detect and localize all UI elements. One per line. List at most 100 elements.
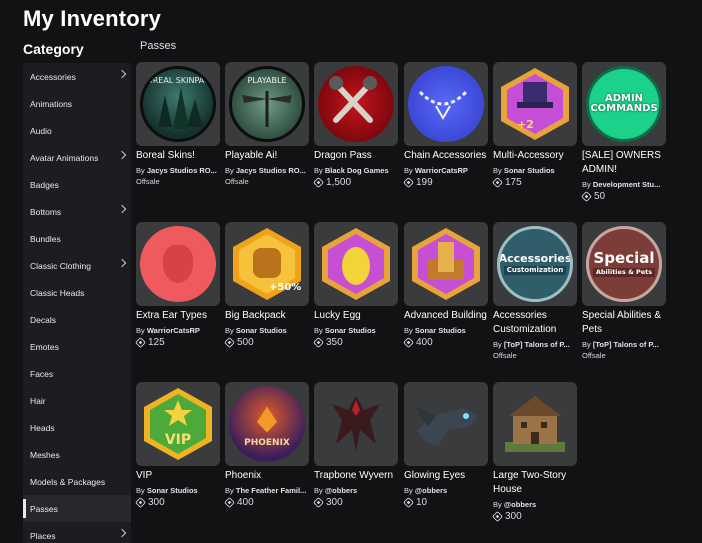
item-price: 300 <box>135 497 222 508</box>
item-creator[interactable]: By Sonar Studios <box>225 326 311 335</box>
item-name[interactable]: Chain Accessories <box>404 149 490 163</box>
sidebar-item-label: Audio <box>30 125 52 136</box>
sidebar-item-animations[interactable]: Animations <box>23 90 131 117</box>
item-creator[interactable]: By Development Stu... <box>582 180 668 189</box>
item-creator[interactable]: By [ToP] Talons of P... <box>493 340 579 349</box>
item-creator[interactable]: By @obbers <box>404 486 490 495</box>
item-creator[interactable]: By Jacys Studios RO... <box>225 166 311 175</box>
item-card[interactable]: +50% Big Backpack By Sonar Studios 500 <box>224 222 311 348</box>
item-card[interactable]: Special Abilities & Pets Special Abiliti… <box>582 222 668 360</box>
item-thumbnail[interactable] <box>136 222 220 306</box>
sidebar-item-faces[interactable]: Faces <box>23 360 131 387</box>
item-card[interactable]: Lucky Egg By Sonar Studios 350 <box>313 222 400 348</box>
item-name[interactable]: Multi-Accessory <box>493 149 579 163</box>
sidebar-item-decals[interactable]: Decals <box>23 306 131 333</box>
item-thumbnail[interactable]: +50% <box>225 222 309 306</box>
item-creator[interactable]: By @obbers <box>314 486 400 495</box>
item-card[interactable]: PHOENIX Phoenix By The Feather Famil... … <box>224 382 311 508</box>
sidebar-item-audio[interactable]: Audio <box>23 117 131 144</box>
sidebar-item-badges[interactable]: Badges <box>23 171 131 198</box>
sidebar-item-bundles[interactable]: Bundles <box>23 225 131 252</box>
chain-image <box>408 66 484 142</box>
item-creator[interactable]: By Sonar Studios <box>314 326 400 335</box>
sidebar-item-meshes[interactable]: Meshes <box>23 441 131 468</box>
item-name[interactable]: [SALE] OWNERS ADMIN! <box>582 149 668 177</box>
item-card[interactable]: Dragon Pass By Black Dog Games 1,500 <box>313 62 400 188</box>
item-thumbnail[interactable]: PHOENIX <box>225 382 309 466</box>
item-creator[interactable]: By Black Dog Games <box>314 166 400 175</box>
sidebar-item-classic-heads[interactable]: Classic Heads <box>23 279 131 306</box>
item-creator[interactable]: By @obbers <box>493 500 579 509</box>
item-name[interactable]: Extra Ear Types <box>136 309 222 323</box>
item-name[interactable]: Playable Ai! <box>225 149 311 163</box>
item-thumbnail[interactable] <box>493 382 577 466</box>
item-price: 1,500 <box>313 177 400 188</box>
item-card[interactable]: Chain Accessories By WarriorCatsRP 199 <box>403 62 490 188</box>
item-name[interactable]: Special Abilities & Pets <box>582 309 668 337</box>
item-card[interactable]: Extra Ear Types By WarriorCatsRP 125 <box>135 222 222 348</box>
item-creator[interactable]: By Sonar Studios <box>404 326 490 335</box>
item-card[interactable]: Trapbone Wyvern By @obbers 300 <box>313 382 400 508</box>
item-thumbnail[interactable]: BOREAL SKINPACK <box>136 62 220 146</box>
item-thumbnail[interactable] <box>404 222 488 306</box>
item-thumbnail[interactable] <box>404 62 488 146</box>
sidebar-item-hair[interactable]: Hair <box>23 387 131 414</box>
item-card[interactable]: BOREAL SKINPACK Boreal Skins! By Jacys S… <box>136 62 222 186</box>
item-creator[interactable]: By Sonar Studios <box>493 166 579 175</box>
backpack-art-text: +50% <box>269 282 301 293</box>
sidebar-item-label: Passes <box>30 503 58 514</box>
item-card[interactable]: Accessories Customization Accessories Cu… <box>493 222 579 360</box>
item-creator[interactable]: By The Feather Famil... <box>225 486 311 495</box>
item-thumbnail[interactable]: ADMIN COMMANDS <box>582 62 666 146</box>
item-thumbnail[interactable]: VIP <box>136 382 220 466</box>
sidebar-item-models-packages[interactable]: Models & Packages <box>23 468 131 495</box>
item-thumbnail[interactable] <box>314 382 398 466</box>
sidebar-item-places[interactable]: Places <box>23 522 131 543</box>
item-card[interactable]: Glowing Eyes By @obbers 10 <box>403 382 490 508</box>
item-card[interactable]: +2 Multi-Accessory By Sonar Studios 175 <box>492 62 579 188</box>
item-card[interactable]: Advanced Building By Sonar Studios 400 <box>403 222 490 348</box>
item-thumbnail[interactable] <box>314 62 398 146</box>
item-thumbnail[interactable] <box>314 222 398 306</box>
item-thumbnail[interactable]: Accessories Customization <box>493 222 577 306</box>
item-name[interactable]: Large Two-Story House <box>493 469 579 497</box>
item-name[interactable]: Trapbone Wyvern <box>314 469 400 483</box>
item-card[interactable]: VIP VIP By Sonar Studios 300 <box>135 382 222 508</box>
item-name[interactable]: Accessories Customization <box>493 309 579 337</box>
item-thumbnail[interactable]: +2 <box>493 62 577 146</box>
item-name[interactable]: Lucky Egg <box>314 309 400 323</box>
item-creator[interactable]: By WarriorCatsRP <box>136 326 222 335</box>
phoenix-image: PHOENIX <box>229 386 305 462</box>
item-card[interactable]: ADMIN COMMANDS [SALE] OWNERS ADMIN! By D… <box>581 62 668 202</box>
item-name[interactable]: Phoenix <box>225 469 311 483</box>
item-creator[interactable]: By WarriorCatsRP <box>404 166 490 175</box>
glowing-eyes-image <box>414 406 478 446</box>
item-creator[interactable]: By Jacys Studios RO... <box>136 166 222 175</box>
item-name[interactable]: Glowing Eyes <box>404 469 490 483</box>
item-name[interactable]: Boreal Skins! <box>136 149 222 163</box>
sidebar-item-heads[interactable]: Heads <box>23 414 131 441</box>
sidebar-item-bottoms[interactable]: Bottoms <box>23 198 131 225</box>
sidebar-item-label: Meshes <box>30 449 60 460</box>
boreal-skins-image: BOREAL SKINPACK <box>140 66 216 142</box>
item-thumbnail[interactable] <box>404 382 488 466</box>
item-name[interactable]: Dragon Pass <box>314 149 400 163</box>
item-creator[interactable]: By Sonar Studios <box>136 486 222 495</box>
item-card[interactable]: PLAYABLE Playable Ai! By Jacys Studios R… <box>225 62 311 186</box>
item-creator[interactable]: By [ToP] Talons of P... <box>582 340 668 349</box>
item-thumbnail[interactable]: PLAYABLE <box>225 62 309 146</box>
sidebar-item-emotes[interactable]: Emotes <box>23 333 131 360</box>
item-name[interactable]: Advanced Building <box>404 309 490 323</box>
robux-icon <box>224 337 235 348</box>
item-name[interactable]: VIP <box>136 469 222 483</box>
advanced-building-image <box>412 228 480 300</box>
sidebar-item-classic-clothing[interactable]: Classic Clothing <box>23 252 131 279</box>
sidebar-item-label: Heads <box>30 422 55 433</box>
sidebar-item-passes[interactable]: Passes <box>23 495 131 522</box>
sidebar-item-accessories[interactable]: Accessories <box>23 63 131 90</box>
item-name[interactable]: Big Backpack <box>225 309 311 323</box>
item-card[interactable]: Large Two-Story House By @obbers 300 <box>492 382 579 522</box>
item-thumbnail[interactable]: Special Abilities & Pets <box>582 222 666 306</box>
admin-art-text: ADMIN COMMANDS <box>590 93 658 114</box>
sidebar-item-avatar-animations[interactable]: Avatar Animations <box>23 144 131 171</box>
